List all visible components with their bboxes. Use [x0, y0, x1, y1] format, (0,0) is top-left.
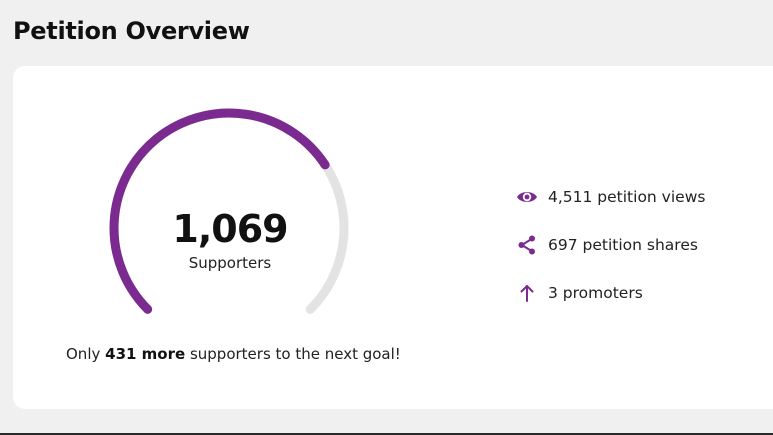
stat-promoters: 3 promoters	[516, 281, 643, 305]
share-icon	[516, 234, 538, 256]
stat-views-label: 4,511 petition views	[548, 188, 706, 206]
goal-message: Only 431 more supporters to the next goa…	[66, 345, 401, 363]
eye-icon	[516, 186, 538, 208]
stat-shares-label: 697 petition shares	[548, 236, 698, 254]
goal-highlight: 431 more	[105, 345, 186, 363]
page-title: Petition Overview	[13, 17, 250, 45]
supporters-label: Supporters	[188, 254, 272, 272]
goal-prefix: Only	[66, 345, 106, 363]
stat-promoters-label: 3 promoters	[548, 284, 643, 302]
stat-shares: 697 petition shares	[516, 233, 698, 257]
stat-views: 4,511 petition views	[516, 185, 705, 209]
supporters-count: 1,069	[172, 207, 288, 251]
goal-suffix: supporters to the next goal!	[185, 345, 401, 363]
arrow-up-icon	[516, 282, 538, 304]
